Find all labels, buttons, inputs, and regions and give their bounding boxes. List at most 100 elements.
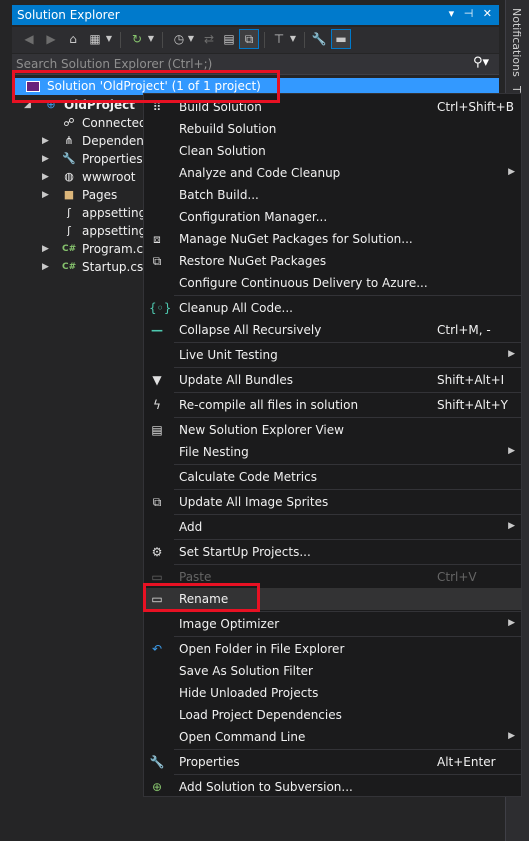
menu-item-file-nesting[interactable]: File Nesting ▶ xyxy=(144,441,521,463)
sprites-icon: ⧉ xyxy=(152,495,162,509)
toolbar-separator xyxy=(120,32,121,48)
menu-item-clean-solution[interactable]: Clean Solution xyxy=(144,140,521,162)
menu-item-add[interactable]: Add ▶ xyxy=(144,516,521,538)
menu-item-collapse-all[interactable]: — Collapse All Recursively Ctrl+M, - xyxy=(144,319,521,341)
tree-item-properties[interactable]: ▶ 🔧 Properties xyxy=(42,150,144,168)
tree-item-dependencies[interactable]: ▶ ⋔ Dependenc xyxy=(42,132,150,150)
wrench-icon: 🔧 xyxy=(149,755,165,769)
globe-icon: ◍ xyxy=(64,170,74,183)
menu-item-label: Live Unit Testing xyxy=(179,348,278,362)
menu-item-open-command-line[interactable]: Open Command Line ▶ xyxy=(144,726,521,748)
forward-icon[interactable]: ▶ xyxy=(42,30,60,48)
tree-item-pages[interactable]: ▶ ■ Pages xyxy=(42,186,144,204)
menu-item-shortcut: Ctrl+M, - xyxy=(437,323,491,337)
menu-item-label: Analyze and Code Cleanup xyxy=(179,166,341,180)
wrench-icon[interactable]: 🔧 xyxy=(310,30,328,48)
collapsed-arrow-icon[interactable]: ▶ xyxy=(42,132,52,150)
menu-item-update-bundles[interactable]: ▼ Update All Bundles Shift+Alt+I xyxy=(144,369,521,391)
tree-item-label: appsettings xyxy=(82,224,153,238)
menu-item-label: Open Folder in File Explorer xyxy=(179,642,345,656)
gear-icon: ⚙ xyxy=(151,545,163,559)
show-all-files-icon[interactable]: ⧉ xyxy=(239,29,259,49)
menu-item-properties[interactable]: 🔧 Properties Alt+Enter xyxy=(144,751,521,773)
preview-selected-items-icon[interactable]: ▬ xyxy=(331,29,351,49)
menu-item-configure-cd-azure[interactable]: Configure Continuous Delivery to Azure..… xyxy=(144,272,521,294)
tree-item-wwwroot[interactable]: ▶ ◍ wwwroot xyxy=(42,168,144,186)
subversion-icon: ⊕ xyxy=(151,780,163,794)
tab-team-explorer[interactable]: T xyxy=(510,86,523,93)
menu-item-label: Add xyxy=(179,520,203,534)
menu-separator xyxy=(174,367,521,368)
menu-item-label: Properties xyxy=(179,755,240,769)
menu-item-label: Batch Build... xyxy=(179,188,259,202)
tree-item-startup[interactable]: ▶ C# Startup.cs xyxy=(42,258,144,276)
sync-icon[interactable]: ⇄ xyxy=(200,30,218,48)
submenu-arrow-icon: ▶ xyxy=(508,618,515,628)
tab-notifications[interactable]: Notifications xyxy=(510,8,523,77)
menu-item-load-dependencies[interactable]: Load Project Dependencies xyxy=(144,704,521,726)
menu-item-add-subversion[interactable]: ⊕ Add Solution to Subversion... xyxy=(144,776,521,798)
chevron-down-icon[interactable]: ▼ xyxy=(104,30,114,48)
menu-separator xyxy=(174,392,521,393)
collapsed-arrow-icon[interactable]: ▶ xyxy=(42,150,52,168)
menu-item-save-filter[interactable]: Save As Solution Filter xyxy=(144,660,521,682)
chevron-down-icon[interactable]: ▼ xyxy=(186,30,196,48)
menu-item-open-folder[interactable]: ↶ Open Folder in File Explorer xyxy=(144,638,521,660)
highlight-box-solution xyxy=(12,70,280,103)
collapse-icon[interactable]: ⊤ xyxy=(270,30,288,48)
home-icon[interactable]: ⌂ xyxy=(64,30,82,48)
menu-item-image-sprites[interactable]: ⧉ Update All Image Sprites xyxy=(144,491,521,513)
menu-item-manage-nuget[interactable]: ⧈ Manage NuGet Packages for Solution... xyxy=(144,228,521,250)
menu-item-label: Save As Solution Filter xyxy=(179,664,313,678)
submenu-arrow-icon: ▶ xyxy=(508,349,515,359)
submenu-arrow-icon: ▶ xyxy=(508,446,515,456)
menu-separator xyxy=(174,564,521,565)
csharp-file-icon: C# xyxy=(62,262,77,272)
collapsed-arrow-icon[interactable]: ▶ xyxy=(42,186,52,204)
menu-item-recompile[interactable]: ϟ Re-compile all files in solution Shift… xyxy=(144,394,521,416)
menu-item-rebuild-solution[interactable]: Rebuild Solution xyxy=(144,118,521,140)
search-icon[interactable]: ⚲▾ xyxy=(473,55,489,70)
tree-item-appsettings-dev[interactable]: ʃ appsettings xyxy=(42,222,152,240)
tree-item-label: appsettings xyxy=(82,206,153,220)
chevron-down-icon[interactable]: ▼ xyxy=(288,30,298,48)
menu-item-shortcut: Ctrl+Shift+B xyxy=(437,100,514,114)
menu-item-label: Load Project Dependencies xyxy=(179,708,342,722)
menu-item-code-metrics[interactable]: Calculate Code Metrics xyxy=(144,466,521,488)
menu-item-shortcut: Shift+Alt+Y xyxy=(437,398,508,412)
tree-item-program[interactable]: ▶ C# Program.cs xyxy=(42,240,149,258)
menu-item-configuration-manager[interactable]: Configuration Manager... xyxy=(144,206,521,228)
menu-item-new-se-view[interactable]: ▤ New Solution Explorer View xyxy=(144,419,521,441)
collapsed-arrow-icon[interactable]: ▶ xyxy=(42,258,52,276)
menu-item-label: Manage NuGet Packages for Solution... xyxy=(179,232,413,246)
menu-item-label: Hide Unloaded Projects xyxy=(179,686,319,700)
menu-item-restore-nuget[interactable]: ⧉ Restore NuGet Packages xyxy=(144,250,521,272)
chevron-down-icon[interactable]: ▼ xyxy=(146,30,156,48)
switch-views-icon[interactable]: ▦ xyxy=(86,30,104,48)
menu-item-batch-build[interactable]: Batch Build... xyxy=(144,184,521,206)
menu-item-hide-unloaded[interactable]: Hide Unloaded Projects xyxy=(144,682,521,704)
menu-item-analyze-code-cleanup[interactable]: Analyze and Code Cleanup ▶ xyxy=(144,162,521,184)
collapse-dash-icon: — xyxy=(151,323,163,337)
menu-item-set-startup[interactable]: ⚙ Set StartUp Projects... xyxy=(144,541,521,563)
toolbar-separator xyxy=(304,32,305,48)
menu-item-live-unit-testing[interactable]: Live Unit Testing ▶ xyxy=(144,344,521,366)
menu-item-label: Add Solution to Subversion... xyxy=(179,780,353,794)
pending-changes-filter-icon[interactable]: ↻ xyxy=(128,30,146,48)
menu-item-label: Configure Continuous Delivery to Azure..… xyxy=(179,276,428,290)
collapsed-arrow-icon[interactable]: ▶ xyxy=(42,240,52,258)
window-controls[interactable]: ▾ ⊣ ✕ xyxy=(449,7,495,20)
menu-item-label: New Solution Explorer View xyxy=(179,423,344,437)
menu-item-image-optimizer[interactable]: Image Optimizer ▶ xyxy=(144,613,521,635)
folder-icon: ■ xyxy=(63,188,75,201)
refresh-icon[interactable]: ▤ xyxy=(220,30,238,48)
back-icon[interactable]: ◀ xyxy=(20,30,38,48)
collapsed-arrow-icon[interactable]: ▶ xyxy=(42,168,52,186)
tree-item-appsettings[interactable]: ʃ appsettings xyxy=(42,204,152,222)
tree-item-connected[interactable]: ☍ Connected xyxy=(42,114,146,132)
menu-item-label: Clean Solution xyxy=(179,144,266,158)
menu-item-cleanup-all-code[interactable]: {◦} Cleanup All Code... xyxy=(144,297,521,319)
tree-item-label: Dependenc xyxy=(82,134,151,148)
panel-title: Solution Explorer xyxy=(17,8,120,22)
menu-separator xyxy=(174,636,521,637)
